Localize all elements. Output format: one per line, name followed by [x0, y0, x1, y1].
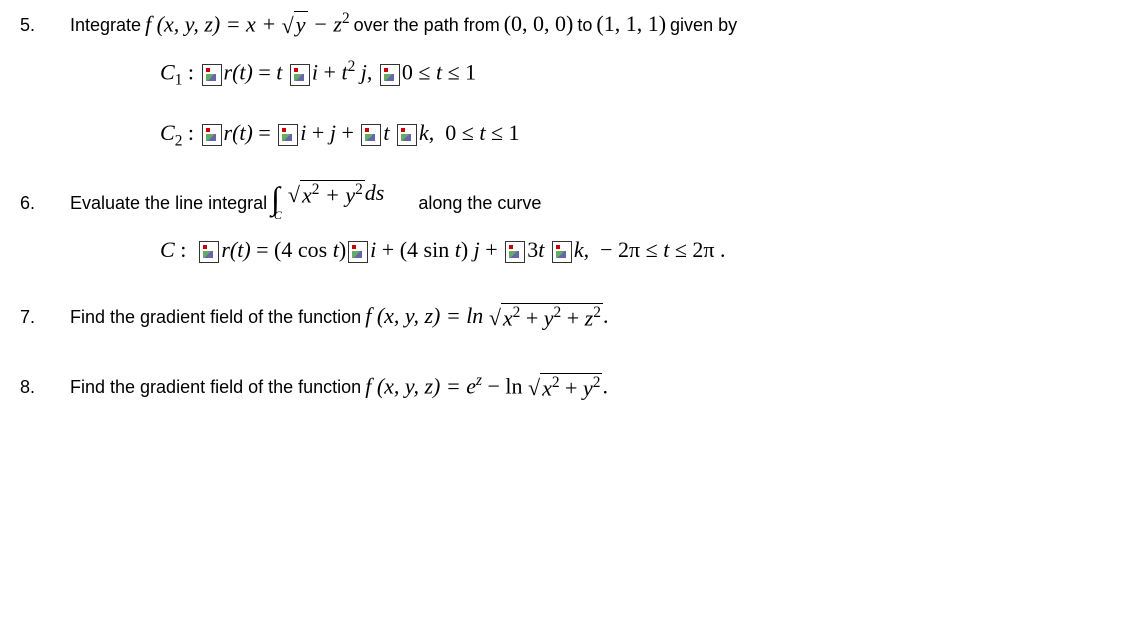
- sqrt-y: √y: [282, 11, 308, 38]
- broken-image-icon: [199, 241, 219, 263]
- problem-number-6: 6.: [20, 193, 70, 214]
- mid-text: over the path from: [354, 15, 500, 36]
- tail-text: given by: [670, 15, 737, 36]
- c-equation-6: C : r(t) = (4 cos t)i + (4 sin t) j + 3t…: [160, 237, 1104, 263]
- sqrt-body-8: x2 + y2: [540, 373, 602, 401]
- broken-image-icon: [361, 124, 381, 146]
- broken-image-icon: [380, 64, 400, 86]
- fn-5: f (x, y, z) = x + √y − z2: [145, 10, 350, 38]
- fn-lhs: f (x, y, z) = x +: [145, 11, 282, 36]
- fn-pre-7: f (x, y, z) = ln: [365, 303, 489, 328]
- problem-number-7: 7.: [20, 307, 70, 328]
- radical-icon: √: [288, 182, 300, 208]
- ds: ds: [365, 180, 385, 206]
- problem-number-5: 5.: [20, 15, 70, 36]
- c1-sup: 2: [348, 58, 356, 75]
- point-1: (0, 0, 0): [504, 11, 574, 37]
- problem-8-text: Find the gradient field of the function …: [70, 372, 608, 402]
- c1-equation: C1 : r(t) = t i + t2 j, 0 ≤ t ≤ 1: [160, 58, 1104, 90]
- sqrt-xy-8: √x2 + y2: [528, 373, 602, 401]
- period-8: .: [602, 373, 608, 398]
- broken-image-icon: [552, 241, 572, 263]
- fn-7: f (x, y, z) = ln √x2 + y2 + z2.: [365, 303, 608, 331]
- fn-pre-8: f (x, y, z) = e: [365, 373, 476, 398]
- broken-image-icon: [348, 241, 368, 263]
- broken-image-icon: [397, 124, 417, 146]
- sqrt-body-6: x2 + y2: [300, 180, 365, 208]
- problem-6: 6. Evaluate the line integral ∫C √x2 + y…: [20, 180, 1104, 217]
- c1-colon: :: [182, 60, 199, 85]
- lead-text: Integrate: [70, 15, 141, 36]
- c2-equation: C2 : r(t) = i + j + t k, 0 ≤ t ≤ 1: [160, 120, 1104, 150]
- c2-label: C: [160, 120, 175, 145]
- problem-7: 7. Find the gradient field of the functi…: [20, 303, 1104, 331]
- point-2: (1, 1, 1): [596, 11, 666, 37]
- problem-5-text: Integrate f (x, y, z) = x + √y − z2 over…: [70, 10, 737, 38]
- tail-text-6: along the curve: [418, 193, 541, 214]
- radical-icon: √: [489, 305, 501, 331]
- broken-image-icon: [505, 241, 525, 263]
- fn-mid-8: − ln: [482, 373, 528, 398]
- lead-text-6: Evaluate the line integral: [70, 193, 267, 214]
- radical-icon: √: [282, 13, 294, 39]
- problem-7-text: Find the gradient field of the function …: [70, 303, 608, 331]
- after-sqrt: − z: [308, 11, 342, 36]
- broken-image-icon: [202, 124, 222, 146]
- sqrt-xy: √x2 + y2: [288, 180, 365, 208]
- sqrt-body-7: x2 + y2 + z2: [501, 303, 603, 331]
- line-integral: ∫C √x2 + y2 ds: [271, 180, 384, 217]
- problem-6-text: Evaluate the line integral ∫C √x2 + y2 d…: [70, 180, 541, 217]
- lead-text-7: Find the gradient field of the function: [70, 307, 361, 328]
- sqrt-xyz: √x2 + y2 + z2: [489, 303, 603, 331]
- problem-number-8: 8.: [20, 377, 70, 398]
- radical-icon: √: [528, 375, 540, 401]
- broken-image-icon: [278, 124, 298, 146]
- to-text: to: [577, 15, 592, 36]
- c1-label: C: [160, 60, 175, 85]
- problem-8: 8. Find the gradient field of the functi…: [20, 372, 1104, 402]
- broken-image-icon: [202, 64, 222, 86]
- problem-5: 5. Integrate f (x, y, z) = x + √y − z2 o…: [20, 10, 1104, 38]
- broken-image-icon: [290, 64, 310, 86]
- integral-sub: C: [274, 208, 282, 223]
- sqrt-body: y: [294, 11, 308, 38]
- fn-8: f (x, y, z) = ez − ln √x2 + y2.: [365, 372, 608, 402]
- lead-text-8: Find the gradient field of the function: [70, 377, 361, 398]
- c2-colon: :: [182, 120, 199, 145]
- z-exp: 2: [342, 10, 350, 27]
- period-7: .: [603, 303, 609, 328]
